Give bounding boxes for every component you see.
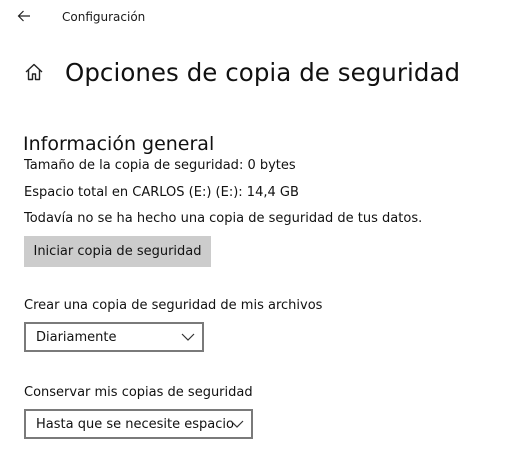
schedule-dropdown[interactable]: Diariamente bbox=[24, 322, 204, 352]
backup-size-text: Tamaño de la copia de seguridad: 0 bytes bbox=[24, 158, 296, 173]
chevron-down-icon bbox=[230, 420, 244, 428]
back-button[interactable] bbox=[14, 6, 34, 26]
chevron-down-icon bbox=[181, 333, 195, 341]
page-title: Opciones de copia de seguridad bbox=[65, 58, 461, 87]
section-heading-overview: Información general bbox=[23, 133, 215, 155]
title-bar: Configuración bbox=[0, 0, 512, 34]
app-title: Configuración bbox=[62, 10, 146, 24]
start-backup-button[interactable]: Iniciar copia de seguridad bbox=[24, 236, 211, 267]
retention-label: Conservar mis copias de seguridad bbox=[24, 385, 253, 400]
retention-dropdown[interactable]: Hasta que se necesite espacio bbox=[24, 409, 253, 439]
total-space-text: Espacio total en CARLOS (E:) (E:): 14,4 … bbox=[24, 185, 299, 200]
home-icon bbox=[25, 63, 43, 81]
schedule-selected-value: Diariamente bbox=[36, 330, 117, 345]
backup-status-text: Todavía no se ha hecho una copia de segu… bbox=[24, 211, 423, 226]
back-arrow-icon bbox=[17, 10, 30, 22]
schedule-label: Crear una copia de seguridad de mis arch… bbox=[24, 298, 323, 313]
retention-selected-value: Hasta que se necesite espacio bbox=[36, 417, 234, 432]
